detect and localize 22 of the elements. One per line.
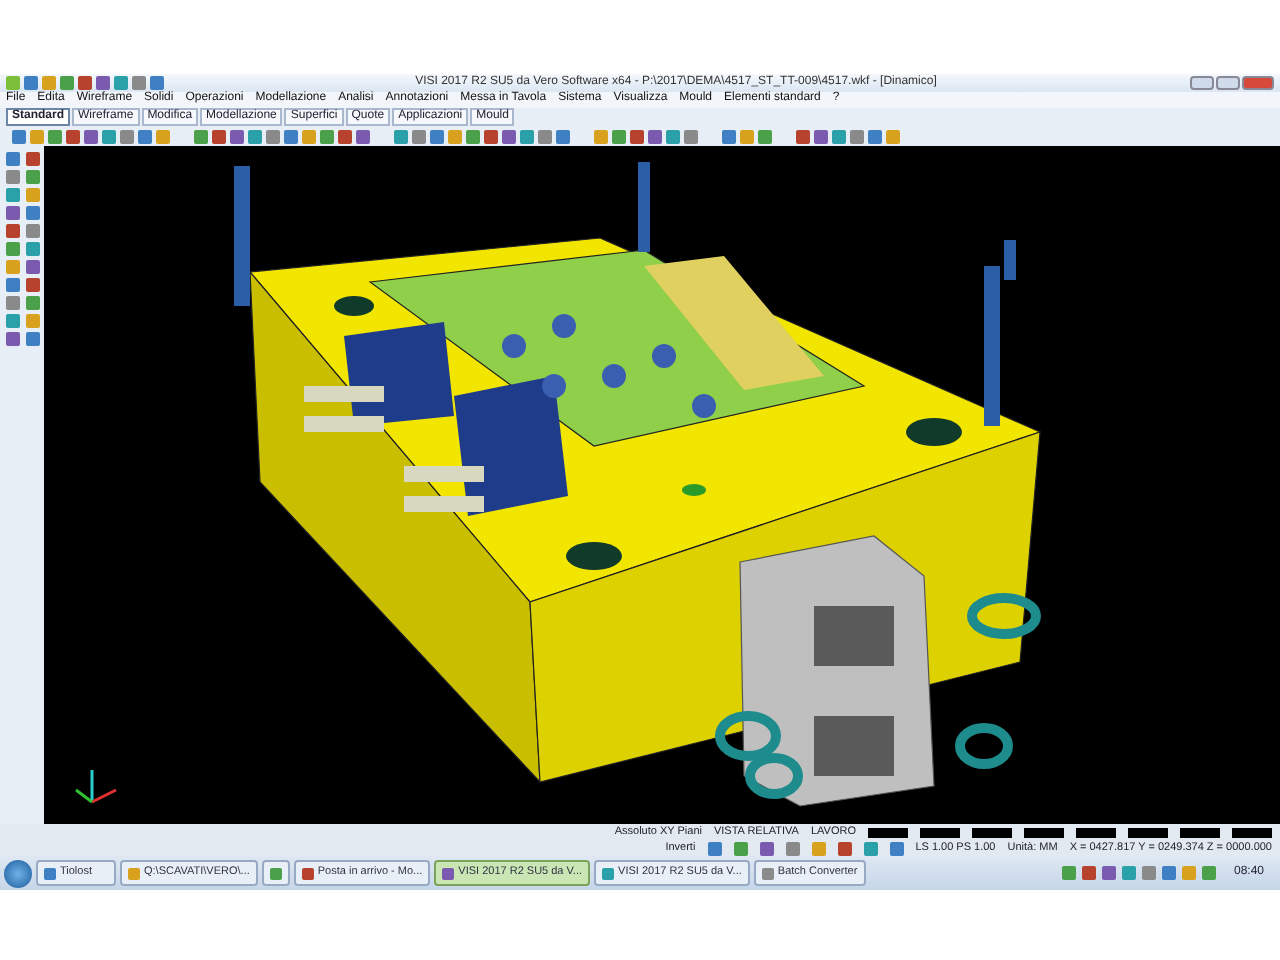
app-icon — [269, 867, 282, 879]
status-indicator — [1024, 827, 1064, 837]
status-indicator — [1076, 827, 1116, 837]
app-icon — [44, 867, 56, 879]
status-indicator — [920, 827, 960, 837]
app-icon — [442, 867, 455, 879]
app-icon — [602, 867, 615, 879]
app-icon — [301, 867, 314, 879]
minimize-button[interactable] — [1190, 76, 1214, 90]
start-button[interactable] — [4, 859, 32, 887]
status-indicator — [868, 827, 908, 837]
app-icon — [128, 867, 140, 879]
status-indicator — [1232, 827, 1272, 837]
close-button[interactable] — [1242, 76, 1274, 90]
taskbar-button[interactable] — [261, 860, 290, 886]
status-indicator — [1128, 827, 1168, 837]
maximize-button[interactable] — [1216, 76, 1240, 90]
axis-triad-icon — [75, 770, 117, 804]
status-indicator — [1180, 827, 1220, 837]
app-icon — [761, 867, 774, 879]
app-logo-icon — [6, 76, 20, 90]
status-indicator — [972, 827, 1012, 837]
